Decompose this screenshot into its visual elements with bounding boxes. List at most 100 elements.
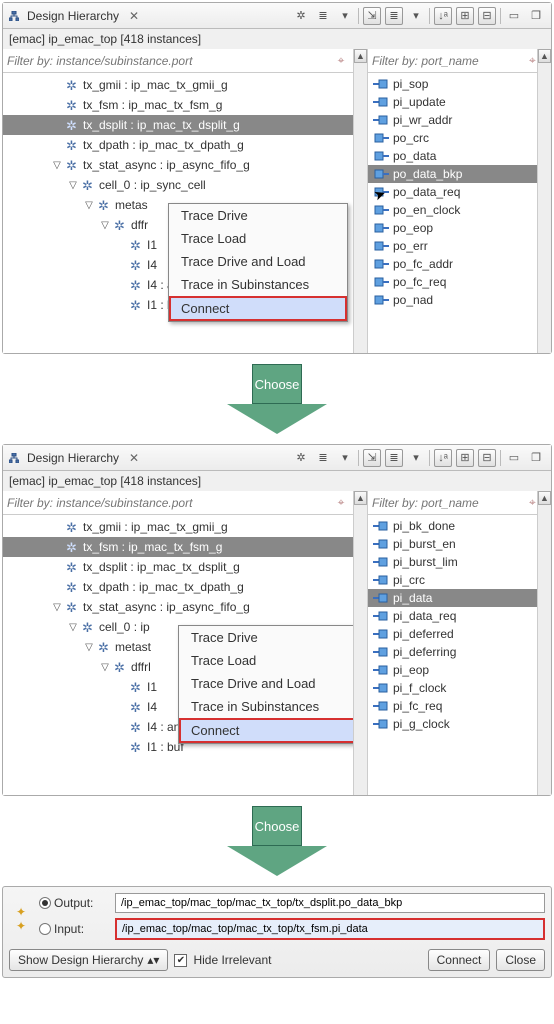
tree-item[interactable]: ▽tx_stat_async : ip_async_fifo_g bbox=[3, 155, 353, 175]
port-item[interactable]: pi_fc_req bbox=[368, 697, 537, 715]
port-item[interactable]: pi_update bbox=[368, 93, 537, 111]
tree-item[interactable]: tx_dpath : ip_mac_tx_dpath_g bbox=[3, 135, 353, 155]
minimize-icon[interactable]: ▭ bbox=[505, 7, 523, 25]
maximize-icon[interactable]: ❐ bbox=[527, 449, 545, 467]
port-item[interactable]: po_data_req bbox=[368, 183, 537, 201]
port-item[interactable]: po_data_bkp bbox=[368, 165, 537, 183]
maximize-icon[interactable]: ❐ bbox=[527, 7, 545, 25]
port-item[interactable]: po_fc_req bbox=[368, 273, 537, 291]
collapse-icon[interactable]: ⊟ bbox=[478, 449, 496, 467]
port-item[interactable]: po_crc bbox=[368, 129, 537, 147]
port-item[interactable]: pi_f_clock bbox=[368, 679, 537, 697]
list-icon[interactable]: ≣ bbox=[314, 449, 332, 467]
input-radio[interactable] bbox=[39, 923, 51, 935]
scrollbar-right[interactable]: ▲ bbox=[537, 491, 551, 795]
menu-trace-drive[interactable]: Trace Drive bbox=[169, 204, 347, 227]
show-hierarchy-dropdown[interactable]: Show Design Hierarchy ▴▾ bbox=[9, 949, 168, 971]
minimize-icon[interactable]: ▭ bbox=[505, 449, 523, 467]
expander-icon[interactable]: ▽ bbox=[51, 602, 63, 613]
dropdown-icon[interactable]: ▾ bbox=[336, 449, 354, 467]
output-path-input[interactable] bbox=[115, 893, 545, 913]
instance-tree[interactable]: tx_gmii : ip_mac_tx_gmii_gtx_fsm : ip_ma… bbox=[3, 73, 353, 353]
instance-tree[interactable]: tx_gmii : ip_mac_tx_gmii_gtx_fsm : ip_ma… bbox=[3, 515, 353, 795]
port-item[interactable]: pi_eop bbox=[368, 661, 537, 679]
port-item[interactable]: pi_burst_lim bbox=[368, 553, 537, 571]
expander-icon[interactable]: ▽ bbox=[67, 180, 79, 191]
scrollbar-left[interactable]: ▲ bbox=[353, 491, 367, 795]
menu-trace-drive-load[interactable]: Trace Drive and Load bbox=[169, 250, 347, 273]
collapse-icon[interactable]: ⊟ bbox=[478, 7, 496, 25]
clear-filter-icon-2[interactable]: ⌖ bbox=[529, 53, 536, 69]
list-view-icon[interactable]: ≣ bbox=[385, 7, 403, 25]
tree-item[interactable]: tx_dsplit : ip_mac_tx_dsplit_g bbox=[3, 115, 353, 135]
menu-connect[interactable]: Connect bbox=[169, 296, 347, 321]
port-item[interactable]: po_data bbox=[368, 147, 537, 165]
scroll-up-icon[interactable]: ▲ bbox=[538, 491, 551, 505]
tree-item[interactable]: tx_dsplit : ip_mac_tx_dsplit_g bbox=[3, 557, 353, 577]
hide-irrelevant-checkbox[interactable]: ✔ bbox=[174, 954, 187, 967]
port-item[interactable]: pi_bk_done bbox=[368, 517, 537, 535]
connect-button[interactable]: Connect bbox=[428, 949, 491, 971]
port-item[interactable]: pi_data_req bbox=[368, 607, 537, 625]
list-icon[interactable]: ≣ bbox=[314, 7, 332, 25]
scroll-up-icon[interactable]: ▲ bbox=[354, 491, 367, 505]
port-item[interactable]: pi_burst_en bbox=[368, 535, 537, 553]
sort-icon[interactable]: ↓ᵃ bbox=[434, 449, 452, 467]
menu-connect[interactable]: Connect bbox=[179, 718, 353, 743]
expander-icon[interactable]: ▽ bbox=[99, 220, 111, 231]
bug-icon[interactable]: ✲ bbox=[292, 449, 310, 467]
dropdown-icon-2[interactable]: ▾ bbox=[407, 7, 425, 25]
list-view-icon[interactable]: ≣ bbox=[385, 449, 403, 467]
tab-close-icon[interactable]: ✕ bbox=[129, 9, 139, 23]
expand-icon[interactable]: ⊞ bbox=[456, 7, 474, 25]
swap-icon[interactable]: ✦✦ bbox=[9, 893, 33, 945]
scroll-up-icon[interactable]: ▲ bbox=[538, 49, 551, 63]
menu-trace-subinstances[interactable]: Trace in Subinstances bbox=[179, 695, 353, 718]
close-button[interactable]: Close bbox=[496, 949, 545, 971]
sort-icon[interactable]: ↓ᵃ bbox=[434, 7, 452, 25]
port-item[interactable]: pi_data bbox=[368, 589, 537, 607]
tree-item[interactable]: tx_gmii : ip_mac_tx_gmii_g bbox=[3, 75, 353, 95]
tree-item[interactable]: ▽tx_stat_async : ip_async_fifo_g bbox=[3, 597, 353, 617]
filter-instance-input[interactable] bbox=[7, 496, 333, 510]
input-path-input[interactable] bbox=[115, 918, 545, 940]
tree-item[interactable]: tx_gmii : ip_mac_tx_gmii_g bbox=[3, 517, 353, 537]
port-item[interactable]: pi_wr_addr bbox=[368, 111, 537, 129]
port-list[interactable]: pi_soppi_updatepi_wr_addrpo_crcpo_datapo… bbox=[368, 73, 537, 311]
clear-filter-icon[interactable]: ⌖ bbox=[333, 53, 349, 69]
port-item[interactable]: po_fc_addr bbox=[368, 255, 537, 273]
tree-view-icon[interactable]: ⇲ bbox=[363, 7, 381, 25]
dropdown-icon[interactable]: ▾ bbox=[336, 7, 354, 25]
bug-icon[interactable]: ✲ bbox=[292, 7, 310, 25]
expander-icon[interactable]: ▽ bbox=[99, 662, 111, 673]
tree-item[interactable]: ▽cell_0 : ip_sync_cell bbox=[3, 175, 353, 195]
expander-icon[interactable]: ▽ bbox=[83, 642, 95, 653]
expand-icon[interactable]: ⊞ bbox=[456, 449, 474, 467]
filter-port-input[interactable] bbox=[372, 496, 529, 510]
scrollbar-right[interactable]: ▲ bbox=[537, 49, 551, 353]
port-item[interactable]: pi_deferring bbox=[368, 643, 537, 661]
port-item[interactable]: pi_g_clock bbox=[368, 715, 537, 733]
port-item[interactable]: pi_sop bbox=[368, 75, 537, 93]
tree-view-icon[interactable]: ⇲ bbox=[363, 449, 381, 467]
tree-item[interactable]: tx_fsm : ip_mac_tx_fsm_g bbox=[3, 537, 353, 557]
tree-item[interactable]: tx_dpath : ip_mac_tx_dpath_g bbox=[3, 577, 353, 597]
clear-filter-icon[interactable]: ⌖ bbox=[333, 495, 349, 511]
filter-instance-input[interactable] bbox=[7, 54, 333, 68]
port-item[interactable]: pi_deferred bbox=[368, 625, 537, 643]
expander-icon[interactable]: ▽ bbox=[67, 622, 79, 633]
port-item[interactable]: po_err bbox=[368, 237, 537, 255]
dropdown-icon-2[interactable]: ▾ bbox=[407, 449, 425, 467]
clear-filter-icon-2[interactable]: ⌖ bbox=[529, 495, 536, 511]
menu-trace-drive-load[interactable]: Trace Drive and Load bbox=[179, 672, 353, 695]
filter-port-input[interactable] bbox=[372, 54, 529, 68]
menu-trace-load[interactable]: Trace Load bbox=[179, 649, 353, 672]
scrollbar-left[interactable]: ▲ bbox=[353, 49, 367, 353]
expander-icon[interactable]: ▽ bbox=[51, 160, 63, 171]
tab-close-icon[interactable]: ✕ bbox=[129, 451, 139, 465]
menu-trace-drive[interactable]: Trace Drive bbox=[179, 626, 353, 649]
output-radio[interactable] bbox=[39, 897, 51, 909]
port-list[interactable]: pi_bk_donepi_burst_enpi_burst_limpi_crcp… bbox=[368, 515, 537, 735]
menu-trace-load[interactable]: Trace Load bbox=[169, 227, 347, 250]
menu-trace-subinstances[interactable]: Trace in Subinstances bbox=[169, 273, 347, 296]
